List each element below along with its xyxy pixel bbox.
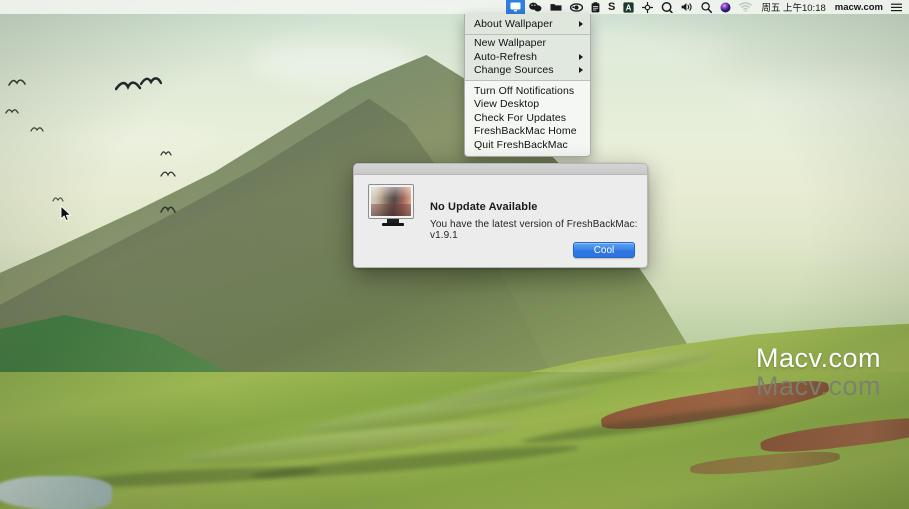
- menubar-icon-colorful-orb[interactable]: [716, 0, 735, 14]
- menu-item-label: Check For Updates: [474, 111, 567, 124]
- menubar-icon-folder[interactable]: [546, 0, 566, 14]
- menu-item-label: FreshBackMac Home: [474, 125, 577, 138]
- menu-section-wallpaper-actions: New Wallpaper Auto-Refresh Change Source…: [465, 34, 590, 80]
- bird-icon: [30, 125, 44, 133]
- menu-item-label: About Wallpaper: [474, 17, 553, 30]
- menubar-icon-siri[interactable]: [657, 0, 677, 14]
- menu-item-view-desktop[interactable]: View Desktop: [465, 98, 590, 112]
- dialog-titlebar[interactable]: [354, 164, 647, 175]
- menu-item-new-wallpaper[interactable]: New Wallpaper: [465, 37, 590, 51]
- bird-icon: [8, 78, 26, 88]
- bird-icon: [160, 150, 172, 157]
- menu-item-label: Turn Off Notifications: [474, 84, 575, 97]
- cloud-shape: [740, 75, 909, 127]
- cool-button[interactable]: Cool: [573, 242, 635, 258]
- svg-text:A: A: [626, 3, 632, 12]
- menu-item-quit-freshbackmac[interactable]: Quit FreshBackMac: [465, 138, 590, 152]
- dialog-message: You have the latest version of FreshBack…: [430, 219, 638, 241]
- chevron-right-icon: [579, 20, 583, 27]
- menubar-icon-wifi[interactable]: [735, 0, 756, 14]
- notification-center-icon[interactable]: [887, 0, 906, 14]
- no-update-dialog: No Update Available You have the latest …: [353, 163, 648, 268]
- menubar-site-label[interactable]: macw.com: [831, 2, 887, 13]
- menubar-clock[interactable]: 周五 上午10:18: [756, 0, 830, 14]
- bird-icon: [160, 170, 176, 178]
- menu-section-about: About Wallpaper: [465, 14, 590, 34]
- menu-bar: S A 周五 上午10:18 macw.com: [0, 0, 909, 14]
- menu-item-label: Auto-Refresh: [474, 50, 538, 63]
- dialog-title: No Update Available: [430, 201, 538, 213]
- chevron-right-icon: [579, 67, 583, 74]
- wallpaper-app-menu: About Wallpaper New Wallpaper Auto-Refre…: [464, 14, 591, 157]
- menu-item-label: New Wallpaper: [474, 37, 547, 50]
- menu-item-turn-off-notifications[interactable]: Turn Off Notifications: [465, 84, 590, 98]
- monitor-base: [382, 223, 404, 226]
- arrow-cursor: [60, 205, 72, 227]
- bird-icon: [140, 76, 162, 87]
- menubar-icon-wechat[interactable]: [525, 0, 546, 14]
- dialog-body: No Update Available You have the latest …: [354, 175, 647, 267]
- monitor-screen: [369, 185, 413, 218]
- menubar-icon-eye[interactable]: [566, 0, 587, 14]
- menubar-icon-spotlight-search[interactable]: [697, 0, 716, 14]
- menu-item-change-sources[interactable]: Change Sources: [465, 64, 590, 78]
- river-patch: [0, 476, 112, 509]
- menubar-icon-crosshair[interactable]: [638, 0, 657, 14]
- menubar-icon-display-monitor[interactable]: [506, 0, 525, 14]
- menu-section-app-actions: Turn Off Notifications View Desktop Chec…: [465, 81, 590, 156]
- menu-item-freshbackmac-home[interactable]: FreshBackMac Home: [465, 125, 590, 139]
- menu-item-label: Quit FreshBackMac: [474, 138, 568, 151]
- menubar-icon-volume[interactable]: [677, 0, 697, 14]
- menu-item-label: Change Sources: [474, 64, 554, 77]
- menubar-icon-input-source-a[interactable]: A: [619, 0, 638, 14]
- menubar-icon-sogou-s[interactable]: S: [604, 0, 619, 14]
- bird-icon: [160, 205, 176, 214]
- menu-item-check-for-updates[interactable]: Check For Updates: [465, 111, 590, 125]
- cloud-shape: [60, 120, 220, 154]
- menu-item-about-wallpaper[interactable]: About Wallpaper: [465, 17, 590, 31]
- bird-icon: [5, 108, 19, 116]
- menu-item-auto-refresh[interactable]: Auto-Refresh: [465, 50, 590, 64]
- bird-icon: [52, 196, 64, 203]
- menu-item-label: View Desktop: [474, 98, 540, 111]
- chevron-right-icon: [579, 53, 583, 60]
- menubar-icon-clipboard[interactable]: [587, 0, 604, 14]
- monitor-wallpaper-icon: [369, 185, 417, 227]
- bird-icon: [115, 80, 141, 92]
